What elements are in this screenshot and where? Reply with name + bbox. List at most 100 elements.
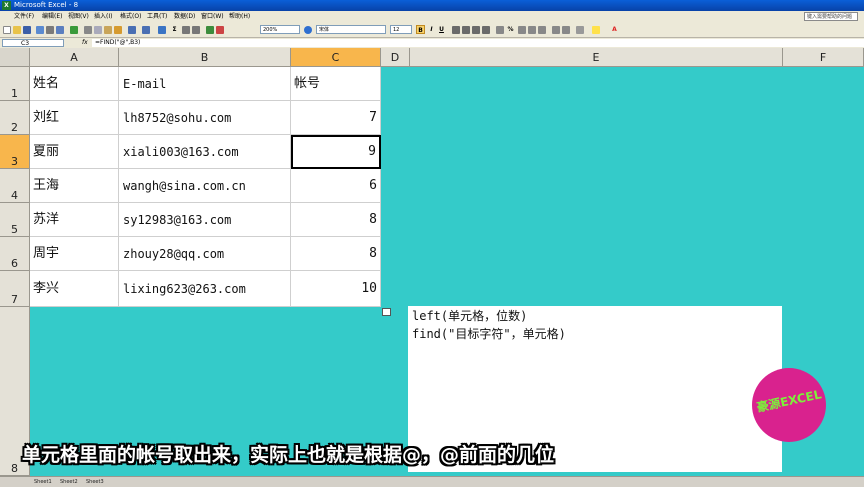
cell-a3[interactable]: 夏丽 — [30, 135, 119, 169]
cell-b2[interactable]: lh8752@sohu.com — [119, 101, 291, 135]
excel-app-icon: X — [2, 1, 11, 10]
paste-options-icon[interactable] — [382, 308, 391, 316]
sort-ascending-icon[interactable] — [182, 26, 190, 34]
worksheet-grid[interactable]: A B C D E F 1 2 3 4 5 6 7 8 姓名 E-mail 帐号… — [0, 48, 864, 476]
save-icon[interactable] — [23, 26, 31, 34]
undo-icon[interactable] — [128, 26, 136, 34]
decrease-decimal-icon[interactable] — [538, 26, 546, 34]
drawing-icon[interactable] — [216, 26, 224, 34]
row-header-1[interactable]: 1 — [0, 67, 30, 101]
cell-a1[interactable]: 姓名 — [30, 67, 119, 101]
print-preview-icon[interactable] — [56, 26, 64, 34]
autosum-icon[interactable]: Σ — [170, 25, 179, 34]
open-icon[interactable] — [13, 26, 21, 34]
menu-tools[interactable]: 工具(T) — [147, 11, 167, 23]
formula-input[interactable]: =FIND("@",B3) — [92, 39, 864, 47]
percent-icon[interactable]: % — [506, 25, 515, 34]
name-box[interactable]: C3 — [2, 39, 64, 47]
column-header-d[interactable]: D — [381, 48, 410, 67]
bold-button[interactable]: B — [416, 25, 425, 34]
cell-c4[interactable]: 6 — [291, 169, 381, 203]
chart-wizard-icon[interactable] — [206, 26, 214, 34]
spelling-icon[interactable] — [70, 26, 78, 34]
row-number: 4 — [11, 189, 18, 202]
cell-b1[interactable]: E-mail — [119, 67, 291, 101]
menu-window[interactable]: 窗口(W) — [201, 11, 224, 23]
row-number: 5 — [11, 223, 18, 236]
row-number: 8 — [11, 462, 18, 475]
cell-a2[interactable]: 刘红 — [30, 101, 119, 135]
cell-b7[interactable]: lixing623@263.com — [119, 271, 291, 307]
cell-c2[interactable]: 7 — [291, 101, 381, 135]
cell-b6[interactable]: zhouy28@qq.com — [119, 237, 291, 271]
row-header-3[interactable]: 3 — [0, 135, 30, 169]
cell-c1[interactable]: 帐号 — [291, 67, 381, 101]
font-color-icon[interactable]: A — [610, 25, 619, 34]
align-right-icon[interactable] — [472, 26, 480, 34]
note-line-find: find("目标字符"，单元格) — [412, 327, 566, 341]
column-header-a[interactable]: A — [30, 48, 119, 67]
select-all-corner[interactable] — [0, 48, 30, 67]
menu-insert[interactable]: 插入(I) — [94, 11, 112, 23]
row-header-2[interactable]: 2 — [0, 101, 30, 135]
copy-icon[interactable] — [94, 26, 102, 34]
cell-c3-active[interactable]: 9 — [291, 135, 381, 169]
align-left-icon[interactable] — [452, 26, 460, 34]
toolbar: Σ 200% 宋体 12 B I U % A — [0, 23, 864, 38]
cell-c5[interactable]: 8 — [291, 203, 381, 237]
format-painter-icon[interactable] — [114, 26, 122, 34]
row-header-6[interactable]: 6 — [0, 237, 30, 271]
redo-icon[interactable] — [142, 26, 150, 34]
menu-data[interactable]: 数据(D) — [174, 11, 195, 23]
currency-icon[interactable] — [496, 26, 504, 34]
paste-icon[interactable] — [104, 26, 112, 34]
column-header-c[interactable]: C — [291, 48, 381, 67]
note-line-left: left(单元格，位数) — [412, 309, 528, 323]
column-header-f[interactable]: F — [783, 48, 864, 67]
help-search-input[interactable]: 键入需要帮助的问题 — [804, 12, 858, 21]
row-header-7[interactable]: 7 — [0, 271, 30, 307]
cell-b3[interactable]: xiali003@163.com — [119, 135, 291, 169]
hyperlink-icon[interactable] — [158, 26, 166, 34]
row-number: 1 — [11, 87, 18, 100]
row-number: 2 — [11, 121, 18, 134]
help-icon[interactable] — [304, 26, 312, 34]
print-icon[interactable] — [46, 26, 54, 34]
cell-a6[interactable]: 周宇 — [30, 237, 119, 271]
cell-a5[interactable]: 苏洋 — [30, 203, 119, 237]
column-header-b[interactable]: B — [119, 48, 291, 67]
menu-file[interactable]: 文件(F) — [14, 11, 34, 23]
increase-decimal-icon[interactable] — [528, 26, 536, 34]
italic-button[interactable]: I — [427, 25, 436, 34]
menu-edit[interactable]: 编辑(E) — [42, 11, 62, 23]
comma-style-icon[interactable] — [518, 26, 526, 34]
cell-c6[interactable]: 8 — [291, 237, 381, 271]
cell-c7[interactable]: 10 — [291, 271, 381, 307]
menu-view[interactable]: 视图(V) — [68, 11, 89, 23]
align-center-icon[interactable] — [462, 26, 470, 34]
cell-a7[interactable]: 李兴 — [30, 271, 119, 307]
fx-icon[interactable]: fx — [82, 38, 88, 48]
borders-icon[interactable] — [576, 26, 584, 34]
font-size-select[interactable]: 12 — [390, 25, 412, 34]
column-header-e[interactable]: E — [410, 48, 783, 67]
permission-icon[interactable] — [36, 26, 44, 34]
row-header-5[interactable]: 5 — [0, 203, 30, 237]
font-name-select[interactable]: 宋体 — [316, 25, 386, 34]
menu-format[interactable]: 格式(O) — [120, 11, 141, 23]
zoom-select[interactable]: 200% — [260, 25, 300, 34]
sheet-tab-bar: Sheet1 Sheet2 Sheet3 — [0, 476, 864, 487]
new-icon[interactable] — [3, 26, 11, 34]
cell-b5[interactable]: sy12983@163.com — [119, 203, 291, 237]
increase-indent-icon[interactable] — [562, 26, 570, 34]
decrease-indent-icon[interactable] — [552, 26, 560, 34]
merge-center-icon[interactable] — [482, 26, 490, 34]
cell-a4[interactable]: 王海 — [30, 169, 119, 203]
sort-descending-icon[interactable] — [192, 26, 200, 34]
menu-help[interactable]: 帮助(H) — [229, 11, 250, 23]
cell-b4[interactable]: wangh@sina.com.cn — [119, 169, 291, 203]
underline-button[interactable]: U — [437, 25, 446, 34]
row-header-4[interactable]: 4 — [0, 169, 30, 203]
fill-color-icon[interactable] — [592, 26, 600, 34]
cut-icon[interactable] — [84, 26, 92, 34]
